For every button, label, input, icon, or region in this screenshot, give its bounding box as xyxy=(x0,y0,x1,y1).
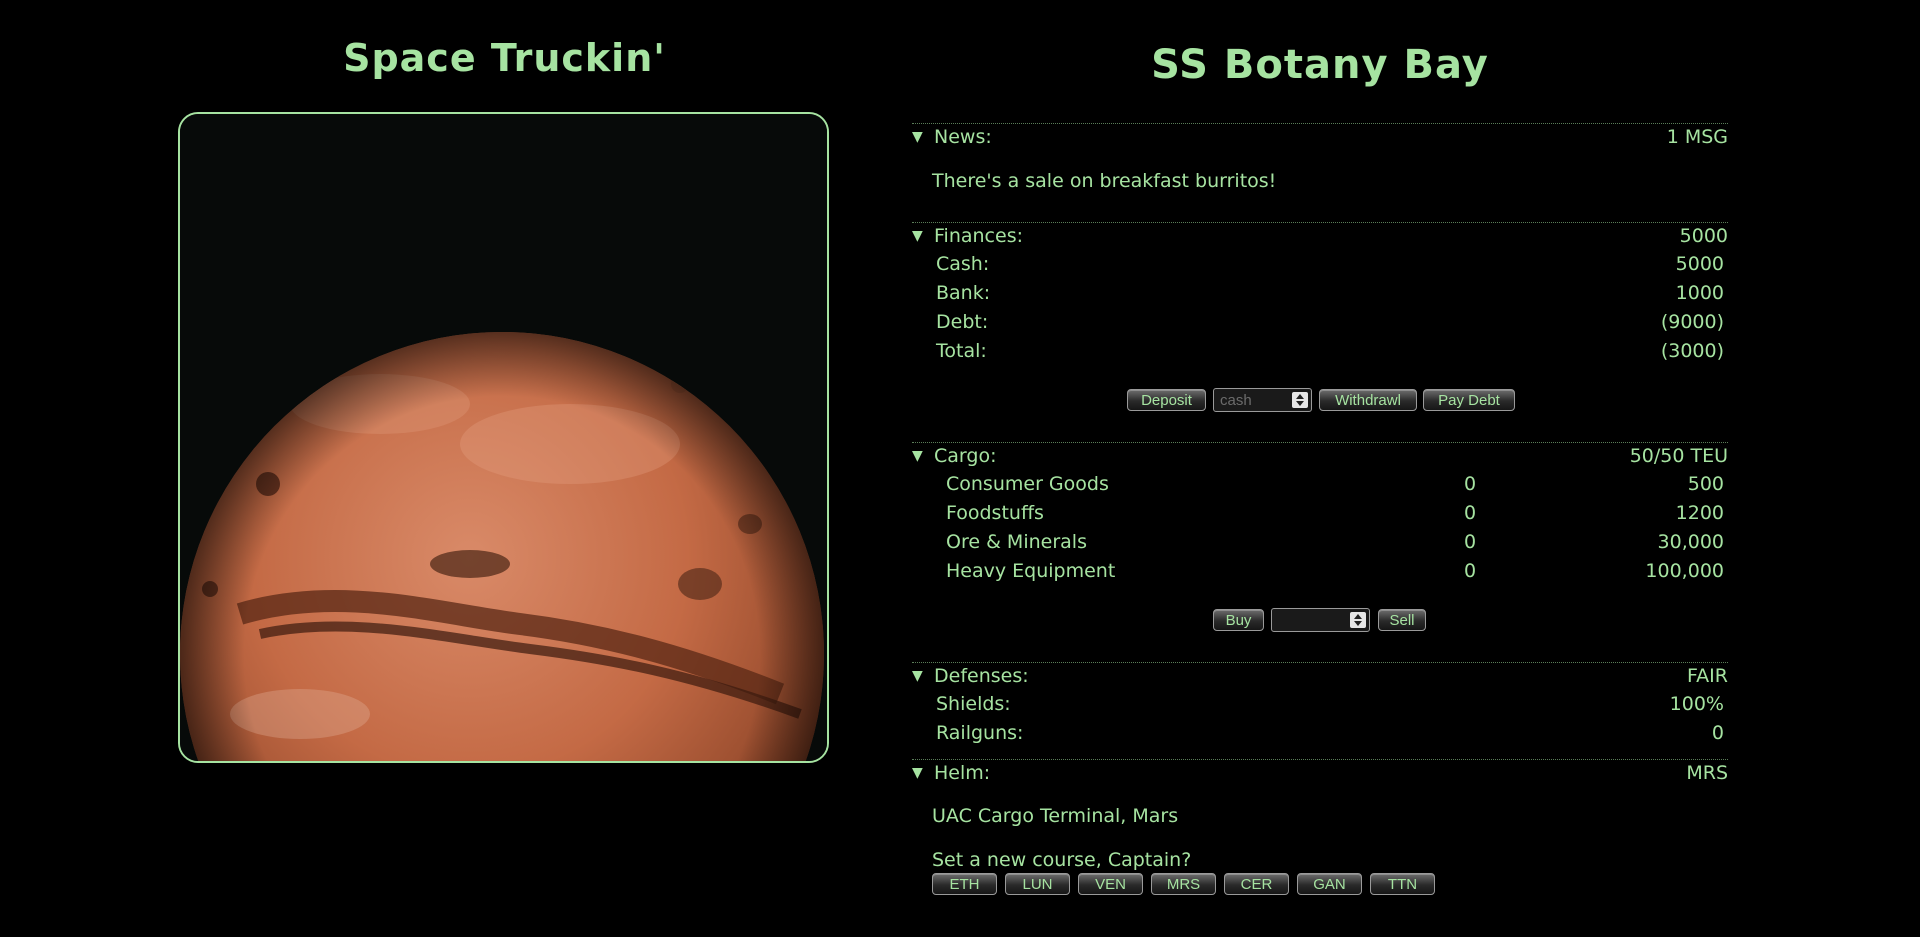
cargo-item-name: Heavy Equipment xyxy=(946,560,1116,582)
cargo-item-price: 1200 xyxy=(1675,502,1724,524)
destination-button-lun[interactable]: LUN xyxy=(1005,873,1070,895)
withdraw-button[interactable]: Withdrawl xyxy=(1319,389,1417,411)
finances-summary: 5000 xyxy=(1679,225,1728,247)
cash-amount-input[interactable] xyxy=(1213,388,1312,412)
cargo-item-qty: 0 xyxy=(1464,502,1477,524)
shields-label: Shields: xyxy=(936,693,1011,715)
cargo-item-name: Ore & Minerals xyxy=(946,531,1087,553)
railguns-value: 0 xyxy=(1711,722,1724,744)
defenses-label: Defenses: xyxy=(934,665,1029,687)
railguns-label: Railguns: xyxy=(936,722,1024,744)
debt-value: (9000) xyxy=(1660,311,1724,333)
destination-button-ven[interactable]: VEN xyxy=(1078,873,1143,895)
collapse-triangle-icon: ▼ xyxy=(912,765,923,781)
cash-label: Cash: xyxy=(936,253,990,275)
spinner-arrows-icon[interactable] xyxy=(1292,392,1308,408)
news-label: News: xyxy=(934,126,992,148)
total-label: Total: xyxy=(936,340,987,362)
cargo-item-price: 30,000 xyxy=(1657,531,1724,553)
debt-label: Debt: xyxy=(936,311,989,333)
cash-value: 5000 xyxy=(1675,253,1724,275)
defenses-status: FAIR xyxy=(1687,665,1728,687)
planet-viewport xyxy=(178,112,829,763)
game-title: Space Truckin' xyxy=(343,36,666,80)
news-count: 1 MSG xyxy=(1666,126,1728,148)
cargo-item-qty: 0 xyxy=(1464,560,1477,582)
bank-label: Bank: xyxy=(936,282,991,304)
mars-planet-image xyxy=(180,114,827,761)
buy-button[interactable]: Buy xyxy=(1213,609,1264,631)
game-screen: Space Truckin' SS Botany Bay ▼ News: 1 M… xyxy=(0,0,1920,937)
collapse-triangle-icon: ▼ xyxy=(912,448,923,464)
ship-panel: ▼ News: 1 MSG There's a sale on breakfas… xyxy=(912,0,1728,937)
news-message: There's a sale on breakfast burritos! xyxy=(932,170,1277,192)
helm-prompt: Set a new course, Captain? xyxy=(932,849,1192,871)
helm-location: UAC Cargo Terminal, Mars xyxy=(932,805,1179,827)
deposit-button[interactable]: Deposit xyxy=(1127,389,1206,411)
cargo-item-name: Foodstuffs xyxy=(946,502,1044,524)
cargo-item-price: 500 xyxy=(1687,473,1724,495)
collapse-triangle-icon: ▼ xyxy=(912,668,923,684)
bank-value: 1000 xyxy=(1675,282,1724,304)
cargo-label: Cargo: xyxy=(934,445,997,467)
collapse-triangle-icon: ▼ xyxy=(912,129,923,145)
destination-button-eth[interactable]: ETH xyxy=(932,873,997,895)
news-header[interactable]: ▼ News: 1 MSG xyxy=(912,123,1728,150)
helm-header[interactable]: ▼ Helm: MRS xyxy=(912,759,1728,786)
finances-label: Finances: xyxy=(934,225,1023,247)
spinner-arrows-icon[interactable] xyxy=(1350,612,1366,628)
helm-location-code: MRS xyxy=(1686,762,1728,784)
shields-value: 100% xyxy=(1669,693,1724,715)
helm-label: Helm: xyxy=(934,762,991,784)
cargo-item-qty: 0 xyxy=(1464,531,1477,553)
cargo-item-qty: 0 xyxy=(1464,473,1477,495)
destination-button-ttn[interactable]: TTN xyxy=(1370,873,1435,895)
cargo-quantity-input[interactable] xyxy=(1271,608,1370,632)
sell-button[interactable]: Sell xyxy=(1378,609,1426,631)
destination-button-cer[interactable]: CER xyxy=(1224,873,1289,895)
cargo-header[interactable]: ▼ Cargo: 50/50 TEU xyxy=(912,442,1728,469)
destination-button-gan[interactable]: GAN xyxy=(1297,873,1362,895)
cargo-item-name: Consumer Goods xyxy=(946,473,1109,495)
cargo-capacity: 50/50 TEU xyxy=(1629,445,1728,467)
total-value: (3000) xyxy=(1660,340,1724,362)
cargo-item-price: 100,000 xyxy=(1645,560,1724,582)
pay-debt-button[interactable]: Pay Debt xyxy=(1423,389,1515,411)
defenses-header[interactable]: ▼ Defenses: FAIR xyxy=(912,662,1728,689)
collapse-triangle-icon: ▼ xyxy=(912,228,923,244)
finances-header[interactable]: ▼ Finances: 5000 xyxy=(912,222,1728,249)
destination-button-mrs[interactable]: MRS xyxy=(1151,873,1216,895)
